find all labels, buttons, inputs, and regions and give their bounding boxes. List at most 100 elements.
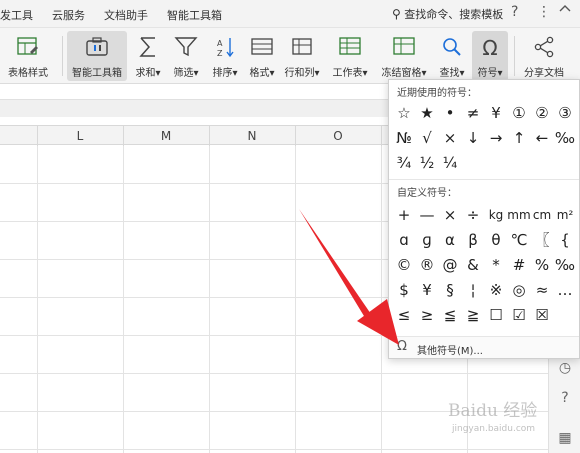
symbol-cell[interactable]: ◎ [507,279,531,301]
symbol-cell[interactable]: ☐ [484,304,508,326]
search-icon: ⚲ [392,7,401,21]
symbol-cell[interactable]: ‰ [553,127,577,149]
symbol-cell[interactable]: ¦ [461,279,485,301]
symbol-cell[interactable]: { [553,229,577,251]
symbol-cell[interactable]: ¾ [392,152,416,174]
menu-doc-assistant[interactable]: 文档助手 [104,7,148,23]
symbol-cell[interactable]: kg [484,204,508,226]
freeze-panes-button[interactable]: 冻结窗格▾ [378,31,430,81]
symbol-cell[interactable]: • [438,102,462,124]
sort-button[interactable]: A Z 排序▾ [208,31,242,81]
more-symbols-button[interactable]: Ω 其他符号(M)... [389,336,579,358]
symbol-cell[interactable]: ② [530,102,554,124]
symbol-cell[interactable]: … [553,279,577,301]
table-style-button[interactable]: 表格样式 [0,31,56,81]
symbol-cell[interactable]: ℃ [507,229,531,251]
sum-icon [139,37,155,57]
symbol-cell[interactable]: 〖 [530,229,554,251]
worksheet-label: 工作表▾ [332,68,368,79]
symbol-cell[interactable]: — [415,204,439,226]
sum-button[interactable]: 求和▾ [131,31,165,81]
help-circle-icon[interactable]: ? [555,390,575,410]
menu-smart-toolbox[interactable]: 智能工具箱 [167,7,222,23]
svg-text:Ω: Ω [482,36,497,59]
watermark-url: jingyan.baidu.com [452,424,536,434]
dropdown-divider [389,179,579,180]
symbol-cell[interactable]: ★ [415,102,439,124]
apps-grid-icon[interactable]: ▦ [555,430,575,450]
symbol-cell[interactable]: ≦ [438,304,462,326]
symbol-cell[interactable]: * [484,254,508,276]
menu-dev-tools[interactable]: 发工具 [0,7,33,23]
symbol-cell[interactable]: θ [484,229,508,251]
column-header-o[interactable]: O [295,129,381,143]
symbol-cell[interactable]: × [438,204,462,226]
smart-toolbox-icon [86,37,108,56]
collapse-ribbon-icon[interactable] [558,2,572,20]
column-header-l[interactable]: L [37,129,123,143]
symbol-cell[interactable]: ¥ [415,279,439,301]
symbol-cell[interactable]: ↓ [461,127,485,149]
command-search[interactable]: ⚲ 查找命令、搜索模板 [392,6,503,22]
symbol-cell[interactable]: & [461,254,485,276]
symbol-cell[interactable]: cm [530,204,554,226]
smart-toolbox-button[interactable]: 智能工具箱 [67,31,127,81]
symbol-cell[interactable]: ÷ [461,204,485,226]
symbol-cell[interactable]: ¼ [438,152,462,174]
symbol-cell[interactable]: @ [438,254,462,276]
find-button[interactable]: 查找▾ [435,31,469,81]
format-button[interactable]: 格式▾ [245,31,279,81]
symbol-cell[interactable]: ↑ [507,127,531,149]
symbol-cell[interactable]: # [507,254,531,276]
history-icon[interactable]: ◷ [555,360,575,380]
sort-icon: A Z [217,38,234,58]
symbol-cell[interactable]: ½ [415,152,439,174]
symbol-cell[interactable]: √ [415,127,439,149]
symbol-cell[interactable]: ☆ [392,102,416,124]
symbol-cell[interactable]: % [530,254,554,276]
symbol-cell[interactable]: § [438,279,462,301]
help-icon[interactable]: ? [511,4,518,20]
symbol-cell[interactable]: ɡ [415,229,439,251]
smart-toolbox-label: 智能工具箱 [72,68,122,79]
symbol-cell[interactable]: mm [507,204,531,226]
red-arrow-annotation [299,209,399,345]
more-icon[interactable]: ⋮ [537,4,551,20]
symbol-cell[interactable]: m² [553,204,577,226]
watermark-text: Baidu 经验 [448,401,538,421]
symbol-button[interactable]: Ω 符号▾ [472,31,508,81]
symbol-cell[interactable]: ① [507,102,531,124]
symbol-cell[interactable]: ※ [484,279,508,301]
symbol-cell[interactable]: ☒ [530,304,554,326]
ribbon-toolbar: 表格样式 智能工具箱 求和▾ 筛选▾ A Z 排序▾ 格式▾ 行和列▾ 工作表▾… [0,28,580,84]
table-style-label: 表格样式 [8,68,48,79]
symbol-cell[interactable]: → [484,127,508,149]
symbol-cell[interactable]: ® [415,254,439,276]
symbol-cell[interactable]: ‰ [553,254,577,276]
filter-button[interactable]: 筛选▾ [168,31,204,81]
column-header-n[interactable]: N [209,129,295,143]
symbol-cell[interactable]: ≠ [461,102,485,124]
rows-cols-button[interactable]: 行和列▾ [282,31,322,81]
share-doc-button[interactable]: 分享文档 [518,31,570,81]
symbol-cell[interactable]: ≧ [461,304,485,326]
symbol-cell[interactable]: ☑ [507,304,531,326]
menu-cloud-service[interactable]: 云服务 [52,7,85,23]
symbol-cell[interactable]: № [392,127,416,149]
symbol-cell[interactable]: × [438,127,462,149]
worksheet-button[interactable]: 工作表▾ [329,31,371,81]
menu-bar: 发工具 云服务 文档助手 智能工具箱 ⚲ 查找命令、搜索模板 ? ⋮ [0,0,580,28]
column-header-m[interactable]: M [123,129,209,143]
symbol-dropdown: 近期使用的符号： 自定义符号： Ω 其他符号(M)... ☆ ★ • ≠ ¥ ① ② ③ № √ ×… [388,79,580,359]
symbol-cell[interactable]: ③ [553,102,577,124]
toolbar-divider [62,36,63,76]
filter-icon [174,37,198,57]
symbol-cell[interactable]: ¥ [484,102,508,124]
symbol-cell[interactable]: ← [530,127,554,149]
symbol-cell[interactable]: ≈ [530,279,554,301]
symbol-cell[interactable]: β [461,229,485,251]
recent-symbols-title: 近期使用的符号： [397,88,477,99]
symbol-cell[interactable]: α [438,229,462,251]
sum-label: 求和▾ [135,68,161,79]
symbol-cell[interactable]: ≥ [415,304,439,326]
